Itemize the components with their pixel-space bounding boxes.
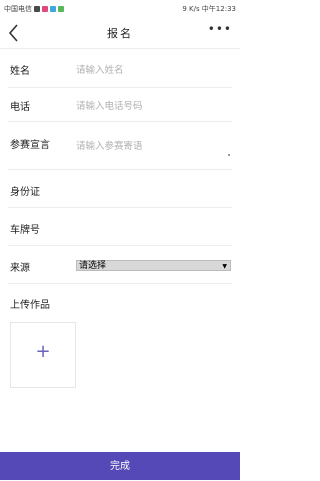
dropdown-arrow-icon: ▼ [222, 263, 227, 270]
phone-input[interactable]: 请输入电话号码 [76, 98, 143, 112]
textarea-resize-handle[interactable] [228, 154, 230, 156]
upload-label: 上传作品 [10, 300, 50, 311]
declaration-row: 参赛宣言 请输入参赛寄语 [0, 122, 240, 170]
app-icon [58, 6, 64, 12]
submit-button[interactable]: 完成 [0, 452, 240, 480]
app-icon [50, 6, 56, 12]
more-options-icon[interactable]: ••• [208, 22, 232, 36]
plate-label: 车牌号 [10, 225, 40, 236]
name-row: 姓名 请输入姓名 [0, 48, 240, 88]
id-card-input[interactable] [76, 183, 226, 197]
app-icon [42, 6, 48, 12]
id-card-label: 身份证 [10, 187, 40, 198]
upload-work-button[interactable]: + [10, 322, 76, 388]
status-bar: 中国电信 9 K/s 中午12:33 [0, 0, 240, 18]
status-right: 9 K/s 中午12:33 [182, 5, 236, 13]
declaration-textarea[interactable]: 请输入参赛寄语 [76, 138, 143, 152]
source-selected-value: 请选择 [79, 261, 107, 271]
phone-row: 电话 请输入电话号码 [0, 88, 240, 122]
declaration-label: 参赛宣言 [10, 140, 50, 151]
page-title: 报名 [107, 27, 133, 40]
source-label: 来源 [10, 263, 30, 274]
plate-input[interactable] [76, 221, 226, 235]
carrier-name: 中国电信 [4, 5, 32, 13]
name-label: 姓名 [10, 66, 30, 77]
name-input[interactable]: 请输入姓名 [76, 62, 124, 76]
app-icon [34, 6, 40, 12]
plate-row: 车牌号 [0, 208, 240, 246]
source-select[interactable]: 请选择 ▼ [76, 260, 231, 271]
id-card-row: 身份证 [0, 170, 240, 208]
nav-bar: 报名 ••• [0, 18, 240, 49]
plus-icon: + [35, 341, 51, 362]
source-row: 来源 请选择 ▼ [0, 246, 240, 284]
phone-label: 电话 [10, 102, 30, 113]
